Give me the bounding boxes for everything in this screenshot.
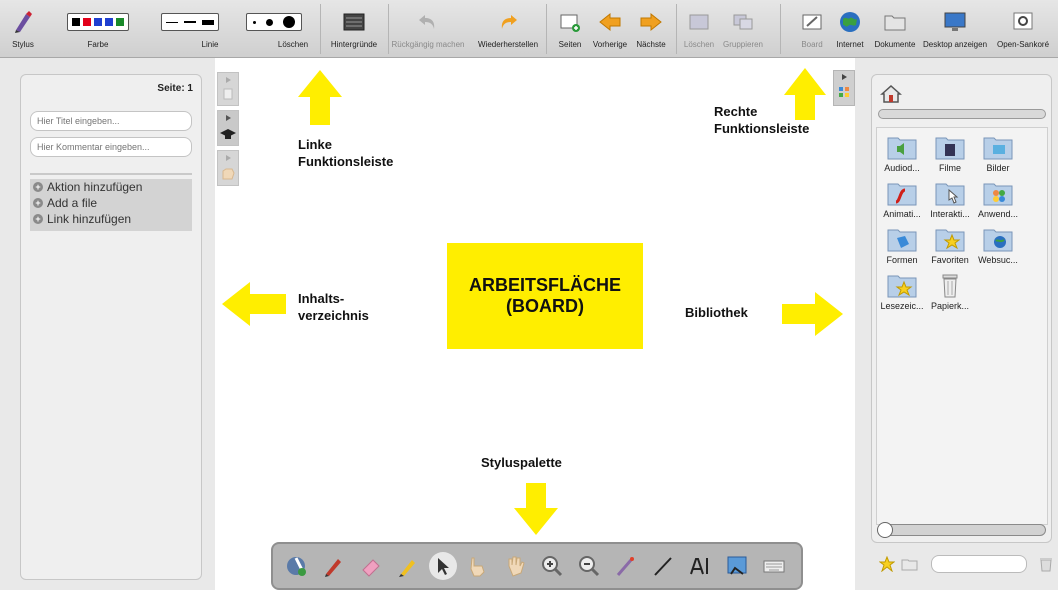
arrow-down [514, 483, 558, 535]
board-label-box: ARBEITSFLÄCHE (BOARD) [447, 243, 643, 349]
stylus-palette-annotation: Styluspalette [481, 455, 562, 470]
select-button[interactable] [429, 552, 457, 580]
virtual-keyboard-button[interactable] [758, 551, 790, 581]
zoom-in-icon [542, 556, 563, 577]
eraser-icon [362, 559, 380, 577]
capture-button[interactable] [721, 551, 753, 581]
marker-button[interactable] [392, 551, 424, 581]
sankore-window: Stylus Farbe Linie Löschen Hintergründe … [0, 0, 1058, 590]
board-subtitle: (BOARD) [506, 296, 584, 316]
arrow-cursor-icon [438, 558, 449, 575]
stylus-palette-icon [287, 557, 306, 576]
hand-icon [508, 556, 525, 577]
text-tool-button[interactable] [684, 551, 716, 581]
right-strip-annotation: Rechte Funktionsleiste [714, 104, 810, 136]
toc-annotation: Inhalts- verzeichnis [298, 291, 369, 323]
highlighter-icon [399, 560, 415, 577]
arrow-up-left [298, 70, 342, 125]
pen-button[interactable] [318, 551, 350, 581]
eraser-button[interactable] [355, 551, 387, 581]
left-strip-annotation: Linke Funktionsleiste [298, 137, 394, 169]
pointing-hand-icon [470, 557, 485, 577]
zoom-in-button[interactable] [536, 551, 568, 581]
laser-pointer-icon [616, 557, 634, 576]
line-tool-icon [654, 557, 672, 576]
interact-button[interactable] [462, 551, 494, 581]
hand-button[interactable] [499, 551, 531, 581]
screen-capture-icon [727, 556, 747, 575]
laser-pointer-button[interactable] [610, 551, 642, 581]
text-tool-icon [690, 558, 708, 575]
arrow-right [782, 292, 843, 336]
zoom-out-button[interactable] [573, 551, 605, 581]
pen-icon [325, 559, 341, 577]
stylus-menu-button[interactable] [281, 551, 313, 581]
board-title: ARBEITSFLÄCHE [469, 275, 621, 295]
zoom-out-icon [579, 556, 600, 577]
line-tool-button[interactable] [647, 551, 679, 581]
stylus-palette [271, 542, 803, 590]
library-annotation: Bibliothek [685, 305, 748, 320]
keyboard-icon [763, 560, 785, 573]
arrow-left [222, 282, 286, 326]
